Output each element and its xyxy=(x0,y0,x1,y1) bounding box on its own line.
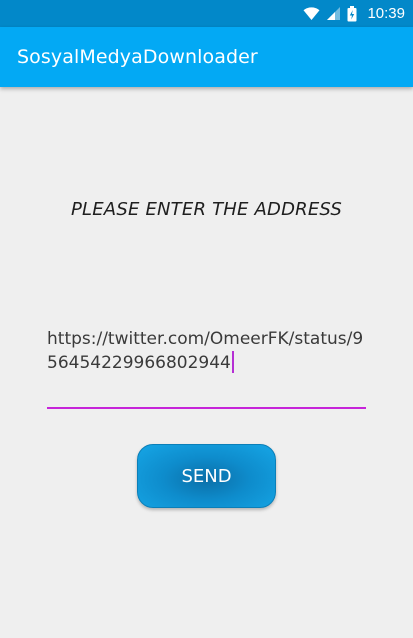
url-input-value[interactable]: https://twitter.com/OmeerFK/status/95645… xyxy=(47,329,363,373)
address-prompt: PLEASE ENTER THE ADDRESS xyxy=(70,199,343,220)
text-cursor xyxy=(231,351,234,373)
status-bar: 10:39 xyxy=(0,0,413,27)
main-content: PLEASE ENTER THE ADDRESS https://twitter… xyxy=(0,87,413,638)
status-time: 10:39 xyxy=(367,5,405,22)
signal-icon xyxy=(326,6,341,21)
url-input[interactable]: https://twitter.com/OmeerFK/status/95645… xyxy=(47,327,366,411)
url-input-text[interactable]: https://twitter.com/OmeerFK/status/95645… xyxy=(47,327,366,375)
wifi-icon xyxy=(303,6,320,21)
send-button[interactable]: SEND xyxy=(137,444,276,508)
battery-icon xyxy=(347,5,357,22)
app-bar: SosyalMedyaDownloader xyxy=(0,27,413,87)
url-input-underline xyxy=(47,407,366,409)
app-title: SosyalMedyaDownloader xyxy=(17,46,258,68)
status-icons: 10:39 xyxy=(303,0,405,27)
